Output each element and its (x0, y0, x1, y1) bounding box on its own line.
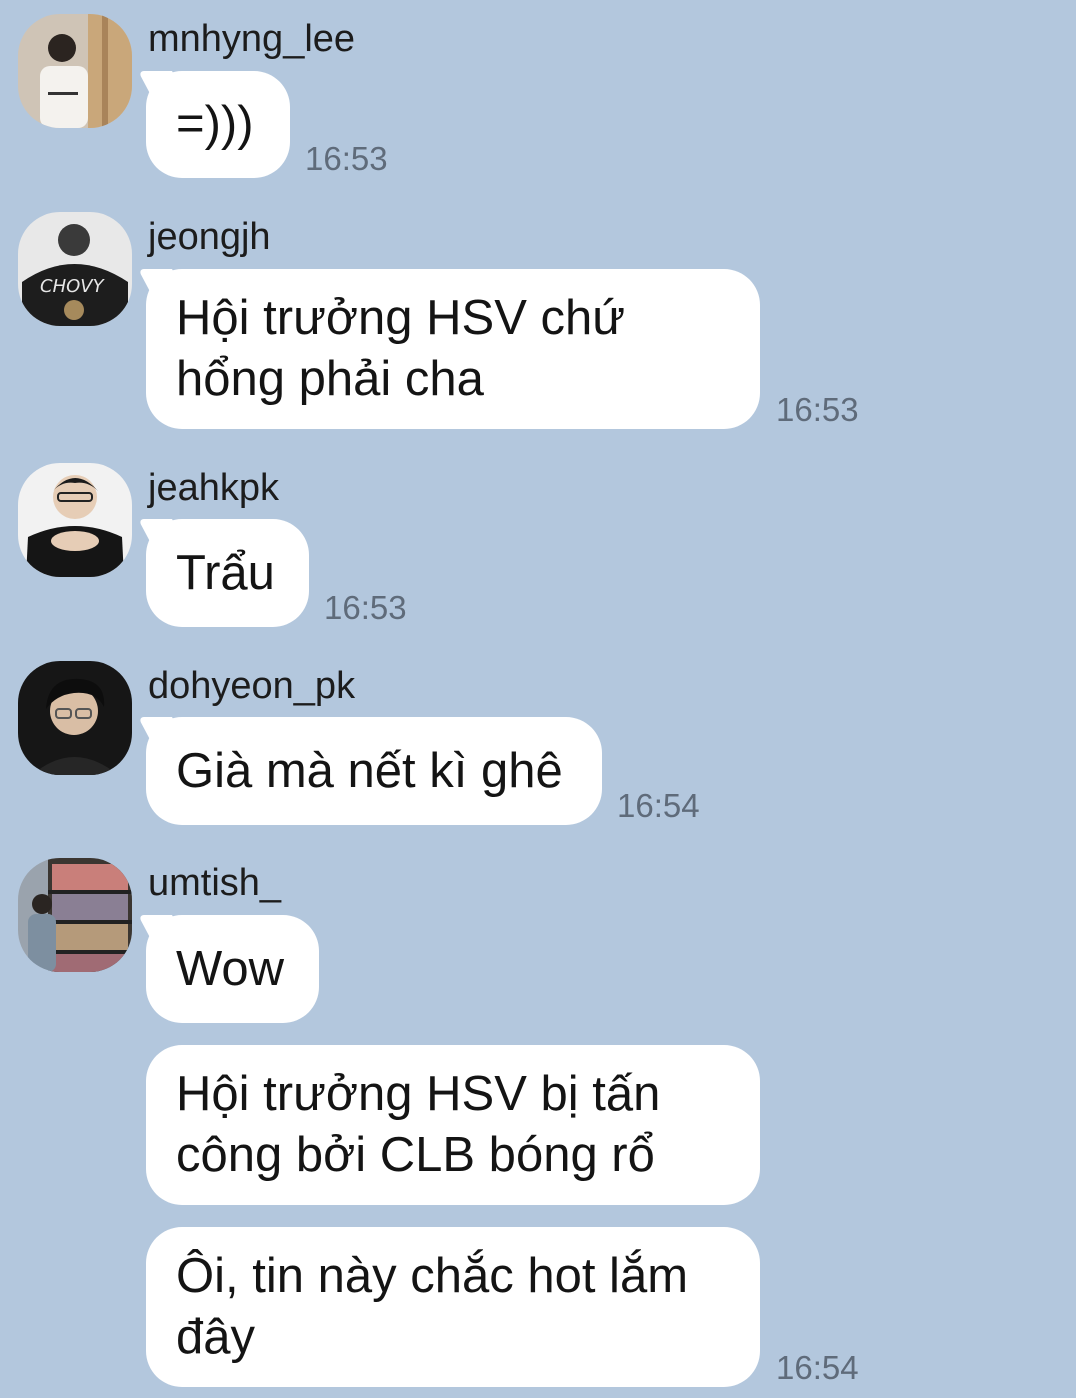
username-label[interactable]: mnhyng_lee (148, 17, 355, 61)
message-bubble[interactable]: Trẩu (146, 519, 309, 627)
avatar-photo-icon: CHOVY (18, 212, 132, 326)
message-timestamp: 16:54 (617, 787, 700, 824)
message-bubble[interactable]: Hội trưởng HSV chứ hổng phải cha (146, 269, 760, 429)
message-timestamp: 16:53 (776, 391, 859, 428)
svg-text:CHOVY: CHOVY (40, 276, 106, 297)
username-label[interactable]: jeahkpk (148, 466, 279, 510)
avatar-dohyeon-pk[interactable] (18, 661, 132, 775)
username-label[interactable]: dohyeon_pk (148, 664, 355, 708)
avatar-jeongjh[interactable]: CHOVY (18, 212, 132, 326)
username-label[interactable]: umtish_ (148, 861, 281, 905)
message-text: Ôi, tin này chắc hot lắm đây (176, 1249, 689, 1364)
message-timestamp: 16:53 (305, 140, 388, 177)
message-text: Trẩu (176, 545, 275, 600)
avatar-photo-icon (18, 14, 132, 128)
message-text: Già mà nết kì ghê (176, 743, 563, 798)
avatar-umtish[interactable] (18, 858, 132, 972)
message-timestamp: 16:53 (324, 589, 407, 626)
message-bubble[interactable]: Già mà nết kì ghê (146, 717, 602, 825)
message-text: Hội trưởng HSV chứ hổng phải cha (176, 291, 626, 406)
avatar-mnhyng-lee[interactable] (18, 14, 132, 128)
message-text: Wow (176, 941, 285, 996)
message-bubble[interactable]: Wow (146, 915, 319, 1023)
username-label[interactable]: jeongjh (148, 215, 271, 259)
message-text: =))) (176, 97, 254, 151)
message-bubble[interactable]: =))) (146, 71, 290, 178)
avatar-photo-icon (18, 858, 132, 972)
avatar-photo-icon (18, 463, 132, 577)
message-bubble[interactable]: Hội trưởng HSV bị tấn công bởi CLB bóng … (146, 1045, 760, 1205)
message-timestamp: 16:54 (776, 1349, 859, 1386)
avatar-jeahkpk[interactable] (18, 463, 132, 577)
message-bubble[interactable]: Ôi, tin này chắc hot lắm đây (146, 1227, 760, 1387)
message-text: Hội trưởng HSV bị tấn công bởi CLB bóng … (176, 1067, 661, 1182)
avatar-photo-icon (18, 661, 132, 775)
